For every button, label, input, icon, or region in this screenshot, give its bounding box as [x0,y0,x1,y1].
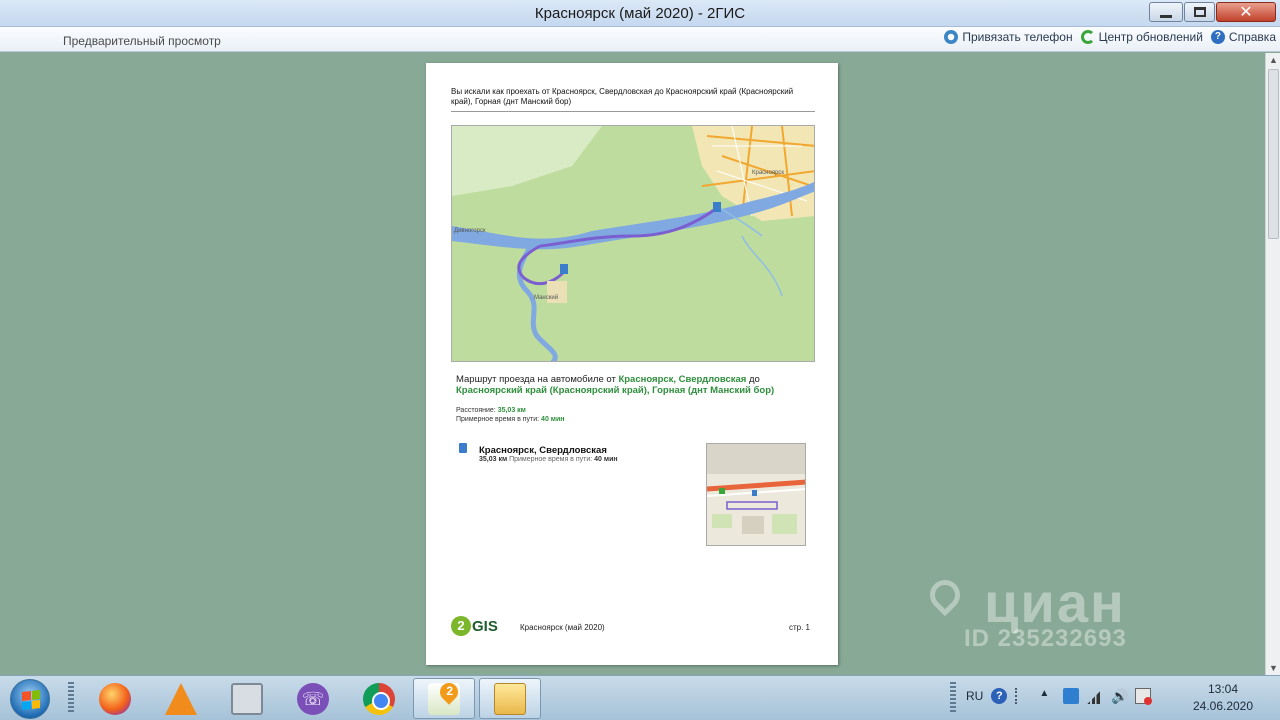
logo-badge: 2 [451,616,471,636]
calculator-icon [231,682,263,715]
help-label: Справка [1228,30,1276,44]
bind-phone-link[interactable]: Привязать телефон [944,30,1073,44]
vertical-scrollbar[interactable]: ▲ ▼ [1265,53,1280,675]
footer-city: Красноярск (май 2020) [520,623,605,632]
divider [451,111,815,112]
firefox-icon [99,682,131,715]
step-time-label: Примерное время в пути: [507,456,595,463]
help-icon: ? [1210,30,1225,44]
step-time-value: 40 мин [594,456,618,463]
route-to: Красноярский край (Красноярский край), Г… [456,385,775,396]
maximize-button[interactable] [1184,2,1215,22]
windows-logo-icon [22,690,40,710]
cian-watermark: циан ID 235232693 [923,570,1127,653]
tray-grip[interactable] [950,682,956,714]
bind-phone-label: Привязать телефон [962,30,1073,44]
route-prefix: Маршрут проезда на автомобиле от [456,374,619,385]
minimize-button[interactable] [1149,2,1183,22]
help-tray-icon[interactable]: ? [991,688,1008,704]
logo-text: GIS [472,617,498,635]
taskbar-calculator[interactable] [216,678,278,719]
step-thumbnail-map [706,443,806,546]
2gis-icon: 2 [428,678,462,715]
preview-page: Вы искали как проехать от Красноярск, Св… [426,63,838,665]
route-mid: до [746,374,760,385]
close-button[interactable]: ✕ [1216,2,1276,22]
phone-icon [944,30,959,44]
2gis-logo: 2 GIS [451,616,498,636]
toolbar-links: Привязать телефон Центр обновлений ? Спр… [944,30,1276,44]
distance-label: Расстояние: [456,407,498,414]
preview-label: Предварительный просмотр [63,34,221,48]
map-label-divnogorsk: Дивногорск [454,228,486,234]
route-map: Красноярск Дивногорск Манский [451,125,815,362]
title-bar: Красноярск (май 2020) - 2ГИС ✕ [0,0,1280,27]
clock-time: 13:04 [1207,682,1239,696]
watermark-pin-icon [923,573,967,617]
time-label: Примерное время в пути: [456,416,542,423]
explorer-icon [494,682,526,715]
language-indicator[interactable]: RU [966,689,983,703]
2gis-badge: 2 [446,683,453,698]
action-center-icon[interactable] [1135,688,1153,705]
taskbar-viber[interactable]: ☏ [282,678,344,719]
signal-icon[interactable] [1087,688,1104,704]
search-query-text: Вы искали как проехать от Красноярск, Св… [451,87,794,106]
chrome-icon [363,682,395,715]
footer-page-number: стр. 1 [788,623,810,632]
toolbar: Предварительный просмотр Привязать телеф… [0,27,1280,52]
minimize-icon [1160,14,1172,18]
route-meta: Расстояние: 35,03 км Примерное время в п… [456,406,565,424]
distance-value: 35,03 км [497,407,526,414]
taskbar-explorer[interactable] [479,678,541,719]
scroll-up-icon[interactable]: ▲ [1266,53,1280,67]
route-map-svg: Красноярск Дивногорск Манский [452,126,814,361]
step-distance: 35,03 км [479,456,508,463]
map-label-mansky: Манский [534,294,558,301]
taskbar-grip[interactable] [68,682,74,714]
close-icon: ✕ [1239,4,1253,21]
taskbar-2gis[interactable]: 2 [413,678,475,719]
vlc-icon [165,682,197,715]
update-center-label: Центр обновлений [1098,30,1203,44]
taskbar-chrome[interactable] [348,678,410,719]
route-description: Маршрут проезда на автомобиле от Красноя… [456,374,816,396]
time-value: 40 мин [541,416,565,423]
show-hidden-icons-icon[interactable]: ▲ [1039,688,1055,704]
volume-icon[interactable]: 🔊 [1111,688,1128,704]
network-app-icon[interactable] [1063,688,1080,704]
clock[interactable]: 13:04 24.06.2020 [1183,681,1263,715]
watermark-id: ID 235232693 [964,625,1127,652]
refresh-icon [1080,30,1095,44]
scroll-down-icon[interactable]: ▼ [1266,661,1280,675]
viber-icon: ☏ [297,682,329,715]
start-button[interactable] [10,679,50,719]
taskbar-vlc[interactable] [150,678,212,719]
step-meta: 35,03 км Примерное время в пути: 40 мин [479,456,618,463]
help-link[interactable]: ? Справка [1210,30,1276,44]
step-map-svg [707,444,805,545]
scroll-thumb[interactable] [1268,69,1279,239]
keyboard-options-icon[interactable] [1015,688,1031,704]
step-title: Красноярск, Свердловская [479,445,607,456]
window-title: Красноярск (май 2020) - 2ГИС [534,5,746,22]
map-label-krasnoyarsk: Красноярск [752,170,784,176]
maximize-icon [1193,7,1206,17]
system-tray: RU ? ▲ 🔊 [966,688,1153,705]
clock-date: 24.06.2020 [1192,699,1254,713]
taskbar-firefox[interactable] [84,678,146,719]
taskbar: ☏ 2 RU ? ▲ 🔊 13:04 24.06.2020 [0,675,1280,720]
update-center-link[interactable]: Центр обновлений [1080,30,1203,44]
bus-stop-icon [459,443,467,453]
route-from: Красноярск, Свердловская [618,374,747,385]
